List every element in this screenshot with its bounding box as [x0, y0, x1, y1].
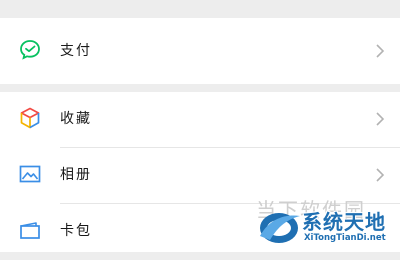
- card-wallet-icon: [20, 222, 40, 239]
- menu-item-pay[interactable]: 支付: [0, 24, 400, 80]
- watermark-title: 系统天地: [302, 210, 386, 234]
- menu-group-pay: 支付: [0, 18, 400, 84]
- top-gap: [0, 0, 400, 18]
- watermark-logo-icon: [260, 213, 300, 243]
- chevron-right-icon: [376, 168, 385, 182]
- menu-item-label: 相册: [60, 167, 92, 183]
- chevron-right-icon: [376, 44, 385, 58]
- chevron-right-icon: [376, 112, 385, 126]
- menu-item-label: 卡包: [60, 223, 92, 239]
- album-image-icon: [19, 165, 41, 183]
- menu-item-label: 支付: [60, 43, 92, 59]
- site-watermark: 当下软件园 系统天地 XiTongTianDi.net: [240, 190, 400, 252]
- watermark-url: XiTongTianDi.net: [304, 233, 386, 243]
- favorites-cube-icon: [20, 107, 40, 129]
- menu-item-favorites[interactable]: 收藏: [0, 92, 400, 148]
- wechat-pay-icon: [20, 40, 40, 60]
- menu-item-label: 收藏: [60, 111, 92, 127]
